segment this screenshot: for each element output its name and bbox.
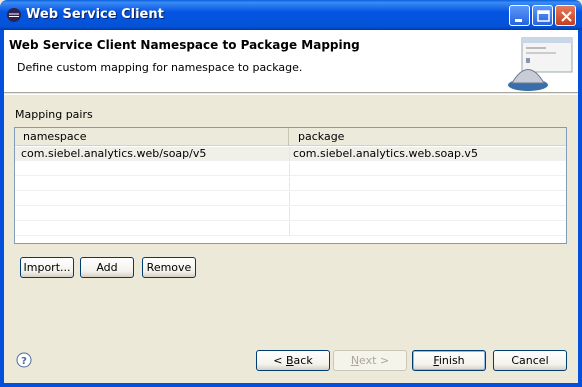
svg-text:?: ? <box>21 356 27 367</box>
header-separator <box>4 94 578 95</box>
table-row-empty <box>15 192 566 206</box>
back-rest: ack <box>293 354 313 367</box>
window-title: Web Service Client <box>26 7 164 22</box>
close-icon <box>561 11 572 22</box>
maximize-icon <box>537 10 550 22</box>
table-row[interactable]: com.siebel.analytics.web/soap/v5 com.sie… <box>15 147 566 161</box>
import-button[interactable]: Import... <box>20 257 74 278</box>
eclipse-icon <box>7 8 21 22</box>
table-row-empty <box>15 162 566 176</box>
close-button[interactable] <box>555 5 576 26</box>
mapping-pairs-label: Mapping pairs <box>15 108 93 121</box>
mapping-table[interactable]: namespace package com.siebel.analytics.w… <box>14 127 567 244</box>
cancel-button[interactable]: Cancel <box>493 350 567 371</box>
back-prefix: < <box>273 354 286 367</box>
web-service-bell-icon <box>508 37 573 91</box>
table-header: namespace package <box>15 128 566 146</box>
minimize-button[interactable] <box>509 5 530 26</box>
page-title: Web Service Client Namespace to Package … <box>9 38 360 52</box>
title-bar[interactable]: Web Service Client <box>0 0 582 30</box>
remove-button[interactable]: Remove <box>142 257 196 278</box>
namespace-cell[interactable]: com.siebel.analytics.web/soap/v5 <box>15 147 290 161</box>
window-frame-bottom <box>0 383 582 387</box>
table-row-empty <box>15 207 566 221</box>
finish-rest: inish <box>438 354 465 367</box>
minimize-icon <box>515 19 522 22</box>
table-row-empty <box>15 177 566 191</box>
wizard-header: Web Service Client Namespace to Package … <box>4 30 578 93</box>
next-button: Next > <box>333 350 407 371</box>
help-icon[interactable]: ? <box>16 352 32 368</box>
next-mnemonic: N <box>350 354 360 367</box>
back-button[interactable]: < Back <box>256 350 330 371</box>
add-button[interactable]: Add <box>80 257 134 278</box>
next-rest: ext > <box>359 354 390 367</box>
finish-button[interactable]: Finish <box>412 350 486 371</box>
column-header-package[interactable]: package <box>290 128 566 146</box>
table-row-empty <box>15 222 566 236</box>
page-description: Define custom mapping for namespace to p… <box>17 61 303 74</box>
back-mnemonic: B <box>286 354 294 367</box>
window-frame-right <box>578 30 582 387</box>
column-header-namespace[interactable]: namespace <box>15 128 289 146</box>
maximize-button[interactable] <box>532 5 553 26</box>
package-cell[interactable]: com.siebel.analytics.web.soap.v5 <box>290 147 566 161</box>
